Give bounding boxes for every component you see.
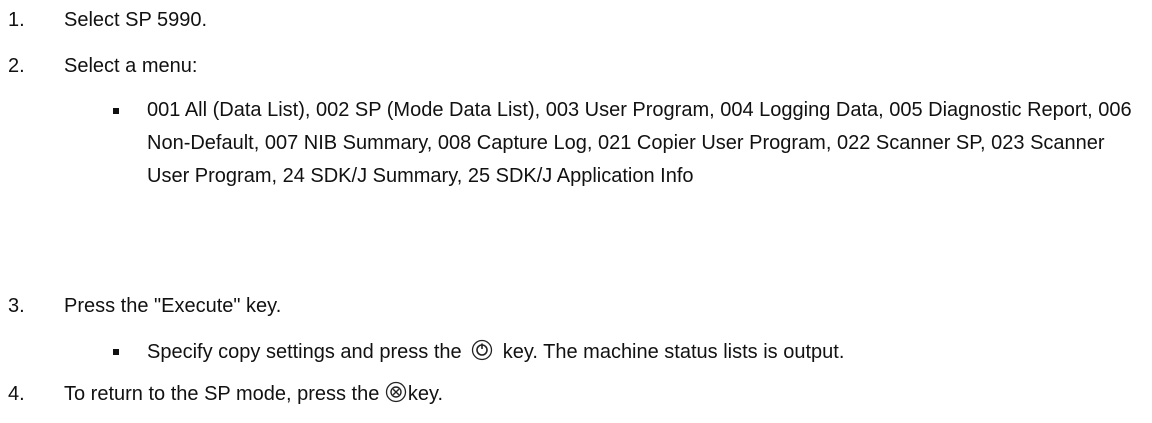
step-text: Select a menu: — [64, 55, 198, 77]
step-text: Select SP 5990. — [64, 9, 208, 31]
step-number: 2. — [8, 55, 25, 77]
document: 1. Select SP 5990. 2. Select a menu: 001… — [0, 0, 1152, 423]
detail-text-after: key. The machine status lists is output. — [497, 341, 845, 363]
step-2-menu-list: 001 All (Data List), 002 SP (Mode Data L… — [0, 94, 1152, 234]
step-number: 1. — [8, 9, 25, 31]
step-text: To return to the SP mode, press the key. — [64, 380, 443, 408]
step-number: 4. — [8, 383, 25, 405]
step-3-detail: Specify copy settings and press the key.… — [0, 336, 1152, 368]
step-3-detail-text: Specify copy settings and press the key.… — [147, 336, 1147, 369]
menu-options-text: 001 All (Data List), 002 SP (Mode Data L… — [147, 99, 1132, 187]
step-text: Press the "Execute" key. — [64, 295, 282, 317]
start-key-icon — [471, 339, 493, 361]
step-4-text-before: To return to the SP mode, press the — [64, 383, 385, 405]
bullet-icon — [113, 108, 119, 114]
step-number: 3. — [8, 295, 25, 317]
clear-stop-key-icon — [385, 381, 407, 403]
detail-text-before: Specify copy settings and press the — [147, 341, 468, 363]
bullet-icon — [113, 349, 119, 355]
step-4-text-after: key. — [407, 383, 444, 405]
